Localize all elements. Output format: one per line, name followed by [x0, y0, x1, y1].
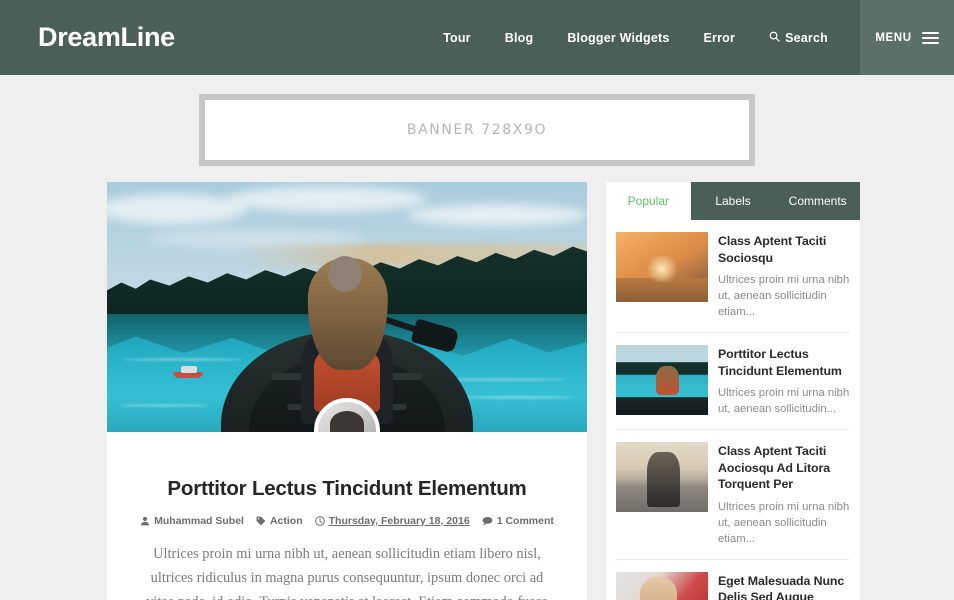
nav-label-blogger-widgets: Blogger Widgets: [567, 30, 670, 45]
list-item-text: Porttitor Lectus Tincidunt Elementum Ult…: [718, 345, 850, 417]
list-item[interactable]: Porttitor Lectus Tincidunt Elementum Ult…: [616, 333, 850, 431]
distant-boat-cabin: [181, 366, 197, 373]
list-item-snippet: Ultrices proin mi urna nibh ut, aenean s…: [718, 500, 850, 545]
meta-comments[interactable]: 1 Comment: [482, 515, 554, 527]
nav-item-blogger-widgets[interactable]: Blogger Widgets: [567, 31, 669, 45]
meta-category-text: Action: [269, 514, 303, 527]
banner-label: BANNER 728X9O: [406, 122, 548, 138]
nav-label-blog: Blog: [504, 30, 534, 45]
meta-author-text: Muhammad Subel: [154, 514, 244, 527]
banner-ad-placeholder[interactable]: BANNER 728X9O: [199, 94, 755, 166]
ripple-shape: [123, 358, 243, 361]
cloud-shape: [407, 204, 587, 226]
popular-posts-list: Class Aptent Taciti Sociosqu Ultrices pr…: [606, 220, 860, 600]
featured-post-card: Porttitor Lectus Tincidunt Elementum Muh…: [107, 182, 587, 600]
list-item-thumbnail: [616, 571, 708, 600]
list-item-title[interactable]: Porttitor Lectus Tincidunt Elementum: [718, 346, 850, 379]
banner-region: BANNER 728X9O: [0, 75, 954, 166]
site-logo[interactable]: DreamLine: [38, 22, 175, 53]
search-icon: [769, 31, 780, 45]
menu-toggle-label: MENU: [875, 31, 912, 44]
post-title[interactable]: Porttitor Lectus Tincidunt Elementum: [135, 476, 559, 502]
list-item-snippet: Ultrices proin mi urna nibh ut, aenean s…: [718, 387, 850, 416]
paddler-head: [327, 256, 362, 292]
tab-popular[interactable]: Popular: [606, 182, 691, 220]
avatar-hair-shape: [330, 411, 364, 432]
meta-date-text: Thursday, February 18, 2016: [328, 514, 470, 527]
sidebar: Popular Labels Comments Class Aptent Tac…: [606, 182, 861, 600]
list-item-thumbnail: [616, 345, 708, 416]
tab-comments[interactable]: Comments: [775, 182, 861, 220]
list-item-title[interactable]: Eget Malesuada Nunc Delis Sed Augue Aene…: [718, 573, 850, 600]
list-item-snippet: Ultrices proin mi urna nibh ut, aenean s…: [718, 274, 850, 319]
list-item[interactable]: Class Aptent Taciti Aociosqu Ad Litora T…: [616, 430, 850, 560]
page-body: Porttitor Lectus Tincidunt Elementum Muh…: [0, 166, 954, 600]
list-item-thumbnail: [616, 232, 708, 302]
clock-icon: [314, 515, 325, 526]
post-text-block: Porttitor Lectus Tincidunt Elementum Muh…: [107, 432, 587, 600]
list-item-text: Class Aptent Taciti Sociosqu Ultrices pr…: [718, 232, 850, 320]
nav-label-tour: Tour: [443, 30, 471, 45]
main-content-column: Porttitor Lectus Tincidunt Elementum Muh…: [107, 182, 587, 600]
meta-category[interactable]: Action: [256, 515, 303, 527]
list-item[interactable]: Eget Malesuada Nunc Delis Sed Augue Aene…: [616, 560, 850, 600]
list-item[interactable]: Class Aptent Taciti Sociosqu Ultrices pr…: [616, 220, 850, 334]
post-meta: Muhammad Subel Action Thursday, February…: [135, 515, 559, 527]
list-item-title[interactable]: Class Aptent Taciti Sociosqu: [718, 233, 850, 266]
meta-author[interactable]: Muhammad Subel: [140, 515, 244, 527]
comment-icon: [482, 516, 493, 526]
ripple-shape: [119, 404, 209, 407]
nav-item-search[interactable]: Search: [769, 31, 828, 45]
post-hero-image[interactable]: [107, 182, 587, 432]
list-item-text: Class Aptent Taciti Aociosqu Ad Litora T…: [718, 442, 850, 547]
meta-date[interactable]: Thursday, February 18, 2016: [314, 514, 470, 527]
nav-label-search: Search: [785, 30, 828, 45]
post-excerpt: Ultrices proin mi urna nibh ut, aenean s…: [146, 545, 548, 600]
meta-comments-text: 1 Comment: [496, 514, 554, 527]
tab-labels[interactable]: Labels: [690, 182, 776, 220]
nav-item-error[interactable]: Error: [704, 31, 736, 45]
tag-icon: [256, 516, 266, 526]
site-header: DreamLine Tour Blog Blogger Widgets Erro…: [0, 0, 954, 75]
list-item-thumbnail: [616, 442, 708, 513]
cloud-shape: [227, 186, 427, 212]
user-icon: [140, 516, 150, 526]
nav-item-blog[interactable]: Blog: [505, 31, 534, 45]
list-item-title[interactable]: Class Aptent Taciti Aociosqu Ad Litora T…: [718, 443, 850, 493]
main-navigation: Tour Blog Blogger Widgets Error Search: [443, 31, 860, 45]
sidebar-tabs: Popular Labels Comments: [606, 182, 861, 220]
nav-label-error: Error: [703, 30, 736, 45]
nav-item-tour[interactable]: Tour: [443, 31, 471, 45]
menu-toggle-button[interactable]: MENU: [860, 0, 954, 75]
hamburger-icon: [921, 31, 939, 44]
list-item-text: Eget Malesuada Nunc Delis Sed Augue Aene…: [718, 572, 850, 600]
ripple-shape: [463, 396, 573, 399]
